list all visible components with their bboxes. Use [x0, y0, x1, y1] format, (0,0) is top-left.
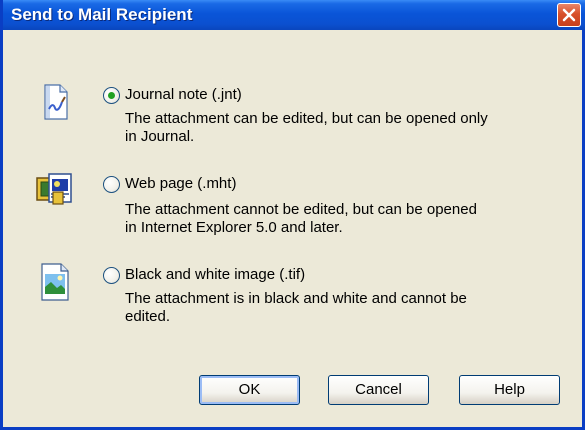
close-button[interactable]: [557, 3, 581, 27]
desc-line: edited.: [125, 308, 171, 325]
desc-line: in Journal.: [125, 128, 195, 145]
cancel-button[interactable]: Cancel: [328, 375, 429, 405]
dialog-title: Send to Mail Recipient: [11, 5, 193, 24]
radio-journal-note[interactable]: [103, 87, 120, 104]
label-bw-image[interactable]: Black and white image (.tif): [125, 266, 305, 283]
radio-bw-image[interactable]: [103, 267, 120, 284]
desc-bw-image: The attachment is in black and white and…: [125, 290, 565, 326]
desc-journal-note: The attachment can be edited, but can be…: [125, 110, 565, 146]
ok-button[interactable]: OK: [199, 375, 300, 405]
dialog-window: Send to Mail Recipient Journal note (.jn…: [0, 0, 585, 430]
help-button[interactable]: Help: [459, 375, 560, 405]
close-icon: [562, 8, 576, 22]
desc-line: The attachment cannot be edited, but can…: [125, 201, 477, 218]
desc-web-page: The attachment cannot be edited, but can…: [125, 201, 565, 237]
journal-note-icon: [35, 82, 75, 122]
desc-line: in Internet Explorer 5.0 and later.: [125, 219, 343, 236]
label-web-page[interactable]: Web page (.mht): [125, 175, 236, 192]
title-bar[interactable]: Send to Mail Recipient: [3, 0, 585, 30]
web-page-icon: [35, 170, 75, 210]
radio-selected-dot: [108, 92, 115, 99]
desc-line: The attachment can be edited, but can be…: [125, 110, 488, 127]
label-journal-note[interactable]: Journal note (.jnt): [125, 86, 242, 103]
desc-line: The attachment is in black and white and…: [125, 290, 467, 307]
radio-web-page[interactable]: [103, 176, 120, 193]
image-file-icon: [35, 262, 75, 302]
